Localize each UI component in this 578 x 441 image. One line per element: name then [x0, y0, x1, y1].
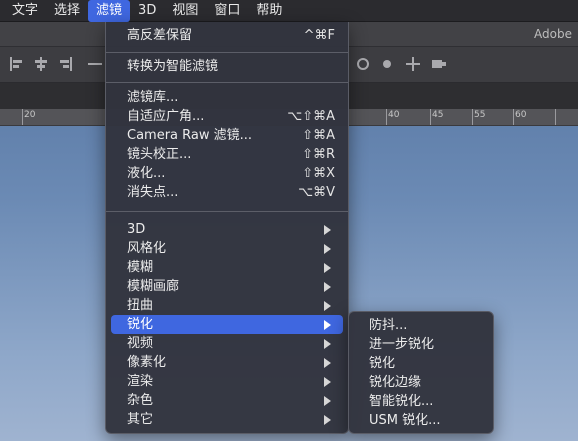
menu-separator	[106, 82, 348, 83]
align-right-icon[interactable]	[58, 57, 72, 71]
submenu-arrow-icon	[324, 282, 331, 292]
menu-item-label: 镜头校正...	[127, 147, 192, 162]
menu-select[interactable]: 选择	[46, 0, 88, 22]
menu-item-sharpen[interactable]: 锐化	[111, 315, 343, 334]
menu-item-label: 高反差保留	[127, 28, 193, 43]
menu-item-high-pass[interactable]: 高反差保留 ^⌘F	[111, 26, 343, 45]
menu-item-label: 模糊	[127, 260, 154, 275]
menu-item-label: 模糊画廊	[127, 279, 180, 294]
menu-item-label: 像素化	[127, 355, 167, 370]
menu-item-label: 锐化	[127, 317, 154, 332]
shortcut-label: ⇧⌘A	[302, 128, 335, 143]
menu-item-distort[interactable]: 扭曲	[111, 296, 343, 315]
menu-item-label: 消失点...	[127, 185, 179, 200]
shortcut-label: ⌥⇧⌘A	[287, 109, 335, 124]
menu-item-blur-gallery[interactable]: 模糊画廊	[111, 277, 343, 296]
shortcut-label: ⇧⌘R	[302, 147, 335, 162]
video-camera-icon[interactable]	[432, 57, 446, 71]
menu-type[interactable]: 文字	[4, 0, 46, 22]
submenu-item-sharpen-edges[interactable]: 锐化边缘	[354, 373, 488, 392]
menu-item-liquify[interactable]: 液化... ⇧⌘X	[111, 164, 343, 183]
align-left-icon[interactable]	[10, 57, 24, 71]
align-center-icon[interactable]	[34, 57, 48, 71]
submenu-arrow-icon	[324, 339, 331, 349]
submenu-arrow-icon	[324, 225, 331, 235]
app-title: Adobe	[534, 27, 572, 41]
menu-item-label: 视频	[127, 336, 154, 351]
menu-item-render[interactable]: 渲染	[111, 372, 343, 391]
submenu-item-sharpen[interactable]: 锐化	[354, 354, 488, 373]
sharpen-submenu: 防抖... 进一步锐化 锐化 锐化边缘 智能锐化... USM 锐化...	[348, 311, 494, 434]
menu-item-camera-raw[interactable]: Camera Raw 滤镜... ⇧⌘A	[111, 126, 343, 145]
menu-view[interactable]: 视图	[164, 0, 206, 22]
menu-item-convert-smart-filter[interactable]: 转换为智能滤镜	[111, 57, 343, 76]
shortcut-label: ⌥⌘V	[298, 185, 335, 200]
menu-item-label: 其它	[127, 412, 154, 427]
filter-menu: 高反差保留 ^⌘F 转换为智能滤镜 滤镜库... 自适应广角... ⌥⇧⌘A C…	[105, 22, 349, 434]
submenu-item-sharpen-more[interactable]: 进一步锐化	[354, 335, 488, 354]
menu-item-label: 风格化	[127, 241, 167, 256]
submenu-arrow-icon	[324, 415, 331, 425]
shortcut-label: ^⌘F	[303, 28, 335, 43]
menu-item-pixelate[interactable]: 像素化	[111, 353, 343, 372]
menu-item-label: Camera Raw 滤镜...	[127, 128, 253, 143]
menubar: 文件 文字 选择 滤镜 3D 视图 窗口 帮助	[0, 0, 578, 22]
menu-filter[interactable]: 滤镜	[88, 0, 131, 22]
menu-item-label: 渲染	[127, 374, 154, 389]
menu-item-adaptive-wide-angle[interactable]: 自适应广角... ⌥⇧⌘A	[111, 107, 343, 126]
orbit-3d-icon[interactable]	[356, 57, 370, 71]
submenu-arrow-icon	[324, 320, 331, 330]
menu-item-filter-gallery[interactable]: 滤镜库...	[111, 88, 343, 107]
submenu-arrow-icon	[324, 244, 331, 254]
submenu-arrow-icon	[324, 396, 331, 406]
roll-3d-icon[interactable]	[380, 57, 394, 71]
menu-item-label: 液化...	[127, 166, 166, 181]
distribute-icon[interactable]	[88, 57, 102, 71]
menu-item-label: 自适应广角...	[127, 109, 205, 124]
submenu-arrow-icon	[324, 263, 331, 273]
pan-3d-icon[interactable]	[406, 57, 420, 71]
menu-separator	[106, 211, 348, 212]
menu-item-label: 扭曲	[127, 298, 154, 313]
menu-item-label: 3D	[127, 222, 146, 237]
menu-item-vanishing-point[interactable]: 消失点... ⌥⌘V	[111, 183, 343, 202]
submenu-arrow-icon	[324, 377, 331, 387]
ruler-label: 60	[515, 110, 527, 120]
menu-item-3d[interactable]: 3D	[111, 220, 343, 239]
submenu-arrow-icon	[324, 358, 331, 368]
submenu-item-smart-sharpen[interactable]: 智能锐化...	[354, 392, 488, 411]
menu-item-label: 滤镜库...	[127, 90, 179, 105]
menu-item-lens-correction[interactable]: 镜头校正... ⇧⌘R	[111, 145, 343, 164]
menu-item-blur[interactable]: 模糊	[111, 258, 343, 277]
shortcut-label: ⇧⌘X	[302, 166, 335, 181]
ruler-label: 55	[474, 110, 486, 120]
menu-help[interactable]: 帮助	[248, 0, 290, 22]
menu-item-label: 转换为智能滤镜	[127, 59, 219, 74]
menu-separator	[106, 52, 348, 53]
submenu-arrow-icon	[324, 301, 331, 311]
menu-item-other[interactable]: 其它	[111, 410, 343, 429]
menu-item-stylize[interactable]: 风格化	[111, 239, 343, 258]
menu-window[interactable]: 窗口	[206, 0, 248, 22]
ruler-label: 45	[432, 110, 444, 120]
ruler-label: 20	[24, 110, 36, 120]
submenu-item-unsharp-mask[interactable]: USM 锐化...	[354, 411, 488, 430]
menu-item-label: 杂色	[127, 393, 154, 408]
menu-item-noise[interactable]: 杂色	[111, 391, 343, 410]
menu-item-video[interactable]: 视频	[111, 334, 343, 353]
menu-3d[interactable]: 3D	[130, 0, 164, 22]
ruler-label: 40	[388, 110, 400, 120]
submenu-item-shake-reduction[interactable]: 防抖...	[354, 316, 488, 335]
